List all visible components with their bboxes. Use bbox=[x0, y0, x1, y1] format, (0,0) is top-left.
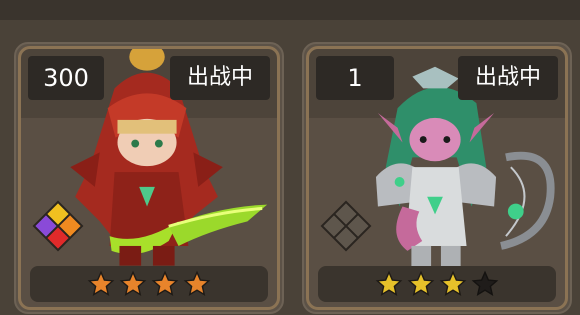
element-diamond-colored-icon bbox=[30, 198, 86, 254]
hero-card-1[interactable]: 300 出战中 bbox=[14, 42, 284, 314]
hero-level: 1 bbox=[316, 56, 394, 100]
star-filled-icon bbox=[151, 270, 179, 298]
hero-card-2[interactable]: 1 出战中 bbox=[302, 42, 572, 314]
star-rating bbox=[318, 266, 556, 302]
star-filled-icon bbox=[119, 270, 147, 298]
star-filled-icon bbox=[439, 270, 467, 298]
star-empty-icon bbox=[471, 270, 499, 298]
star-rating bbox=[30, 266, 268, 302]
deployed-status-tag: 出战中 bbox=[170, 56, 270, 100]
star-filled-icon bbox=[87, 270, 115, 298]
top-strip bbox=[0, 0, 580, 20]
hero-level: 300 bbox=[28, 56, 104, 100]
element-diamond-gray-icon bbox=[318, 198, 374, 254]
deployed-status-tag: 出战中 bbox=[458, 56, 558, 100]
star-filled-icon bbox=[407, 270, 435, 298]
star-filled-icon bbox=[375, 270, 403, 298]
star-filled-icon bbox=[183, 270, 211, 298]
